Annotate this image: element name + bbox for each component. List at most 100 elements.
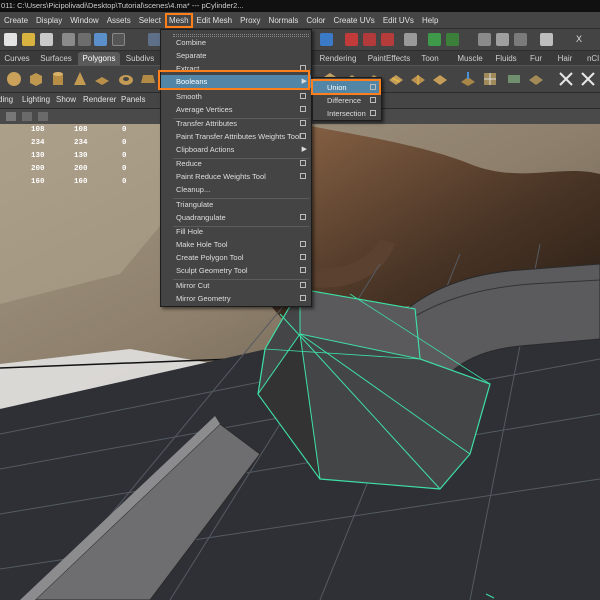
tab-muscle[interactable]: Muscle [454,52,486,66]
uv-editor-icon[interactable] [482,71,498,87]
menu-normals[interactable]: Normals [265,13,303,28]
ipr-render-icon[interactable] [446,33,459,46]
menu-help[interactable]: Help [418,13,442,28]
poly-cube-icon[interactable] [28,71,44,87]
sew-uv-icon[interactable] [580,71,596,87]
mask-icon[interactable] [112,33,125,46]
new-scene-icon[interactable] [4,33,17,46]
tab-fluids[interactable]: Fluids [490,52,522,66]
poly-cone-icon[interactable] [72,71,88,87]
menu-item-create-polygon-tool[interactable]: Create Polygon Tool [161,251,311,264]
menu-create[interactable]: Create [0,13,32,28]
menu-item-reduce[interactable]: Reduce [161,157,311,170]
tab-fur[interactable]: Fur [526,52,546,66]
hypershade-icon[interactable] [514,33,527,46]
option-box-icon[interactable] [300,65,306,71]
option-box-icon[interactable] [370,110,376,116]
select-by-hierarchy-icon[interactable] [62,33,75,46]
panel-menu-renderer[interactable]: Renderer [83,95,116,104]
option-box-icon[interactable] [300,254,306,260]
menu-item-transfer-attributes[interactable]: Transfer Attributes [161,117,311,130]
save-scene-icon[interactable] [40,33,53,46]
menu-item-booleans[interactable]: Booleans ▶ [161,75,311,88]
option-box-icon[interactable] [370,97,376,103]
render-settings-icon[interactable] [496,33,509,46]
menu-item-smooth[interactable]: Smooth [161,90,311,103]
render-frame-icon[interactable] [428,33,441,46]
option-box-icon[interactable] [300,282,306,288]
menu-item-mirror-cut[interactable]: Mirror Cut [161,279,311,292]
menu-item-paint-reduce-weights[interactable]: Paint Reduce Weights Tool [161,170,311,183]
menu-color[interactable]: Color [302,13,329,28]
cut-uv-icon[interactable] [558,71,574,87]
menu-window[interactable]: Window [66,13,102,28]
smooth-shade-icon[interactable] [38,112,48,121]
menu-item-separate[interactable]: Separate [161,49,311,62]
automatic-mapping-icon[interactable] [506,71,522,87]
tab-toon[interactable]: Toon [418,52,442,66]
menu-item-mirror-geometry[interactable]: Mirror Geometry [161,292,311,305]
select-by-object-icon[interactable] [78,33,91,46]
tab-painteffects[interactable]: PaintEffects [364,52,414,66]
panel-menu-panels[interactable]: Panels [121,95,145,104]
split-polygon-icon[interactable] [388,71,404,87]
menu-item-combine[interactable]: Combine [161,36,311,49]
poly-plane-icon[interactable] [94,71,110,87]
poly-prism-icon[interactable] [140,71,156,87]
insert-edge-loop-icon[interactable] [410,71,426,87]
panel-menu-show[interactable]: Show [56,95,76,104]
menu-item-extract[interactable]: Extract [161,62,311,75]
camera-icon[interactable] [6,112,16,121]
menu-item-make-hole-tool[interactable]: Make Hole Tool [161,238,311,251]
option-box-icon[interactable] [300,133,306,139]
history-icon[interactable] [404,33,417,46]
submenu-item-difference[interactable]: Difference [313,94,381,107]
option-box-icon[interactable] [300,295,306,301]
menu-edit-mesh[interactable]: Edit Mesh [193,13,237,28]
menu-edit-uvs[interactable]: Edit UVs [379,13,418,28]
submenu-item-union[interactable]: Union [313,81,381,94]
sculpt-tool-icon[interactable] [460,71,476,87]
menu-create-uvs[interactable]: Create UVs [329,13,378,28]
transform-mode-icon[interactable] [540,33,553,46]
panel-menu-lighting[interactable]: Lighting [22,95,50,104]
poly-cylinder-icon[interactable] [50,71,66,87]
menu-select[interactable]: Select [135,13,165,28]
panel-menu-shading[interactable]: ding [0,95,13,104]
option-box-icon[interactable] [300,106,306,112]
menu-item-clipboard-actions[interactable]: Clipboard Actions ▶ [161,143,311,156]
tab-polygons[interactable]: Polygons [78,52,120,66]
menu-assets[interactable]: Assets [103,13,135,28]
option-box-icon[interactable] [300,160,306,166]
snap-curve-icon[interactable] [345,33,358,46]
input-line-icon[interactable] [478,33,491,46]
poly-sphere-icon[interactable] [6,71,22,87]
option-box-icon[interactable] [300,241,306,247]
option-box-icon[interactable] [300,93,306,99]
option-box-icon[interactable] [300,173,306,179]
menu-proxy[interactable]: Proxy [236,13,264,28]
snap-point-icon[interactable] [363,33,376,46]
menu-mesh[interactable]: Mesh [164,12,193,28]
tab-curves[interactable]: Curves [0,52,34,66]
select-by-component-icon[interactable] [94,33,107,46]
open-scene-icon[interactable] [22,33,35,46]
tab-ncloth[interactable]: nCl [582,52,600,66]
tab-rendering[interactable]: Rendering [316,52,360,66]
menu-item-fill-hole[interactable]: Fill Hole [161,225,311,238]
planar-mapping-icon[interactable] [528,71,544,87]
tab-surfaces[interactable]: Surfaces [36,52,76,66]
submenu-item-intersection[interactable]: Intersection [313,107,381,120]
menu-item-average-vertices[interactable]: Average Vertices [161,103,311,116]
option-box-icon[interactable] [370,84,376,90]
snap-grid-icon[interactable] [320,33,333,46]
tab-subdivs[interactable]: Subdivs [122,52,158,66]
snap-plane-icon[interactable] [381,33,394,46]
merge-vertices-icon[interactable] [432,71,448,87]
wireframe-icon[interactable] [22,112,32,121]
poly-torus-icon[interactable] [118,71,134,87]
option-box-icon[interactable] [300,214,306,220]
option-box-icon[interactable] [300,267,306,273]
menu-item-quadrangulate[interactable]: Quadrangulate [161,211,311,224]
menu-display[interactable]: Display [32,13,66,28]
